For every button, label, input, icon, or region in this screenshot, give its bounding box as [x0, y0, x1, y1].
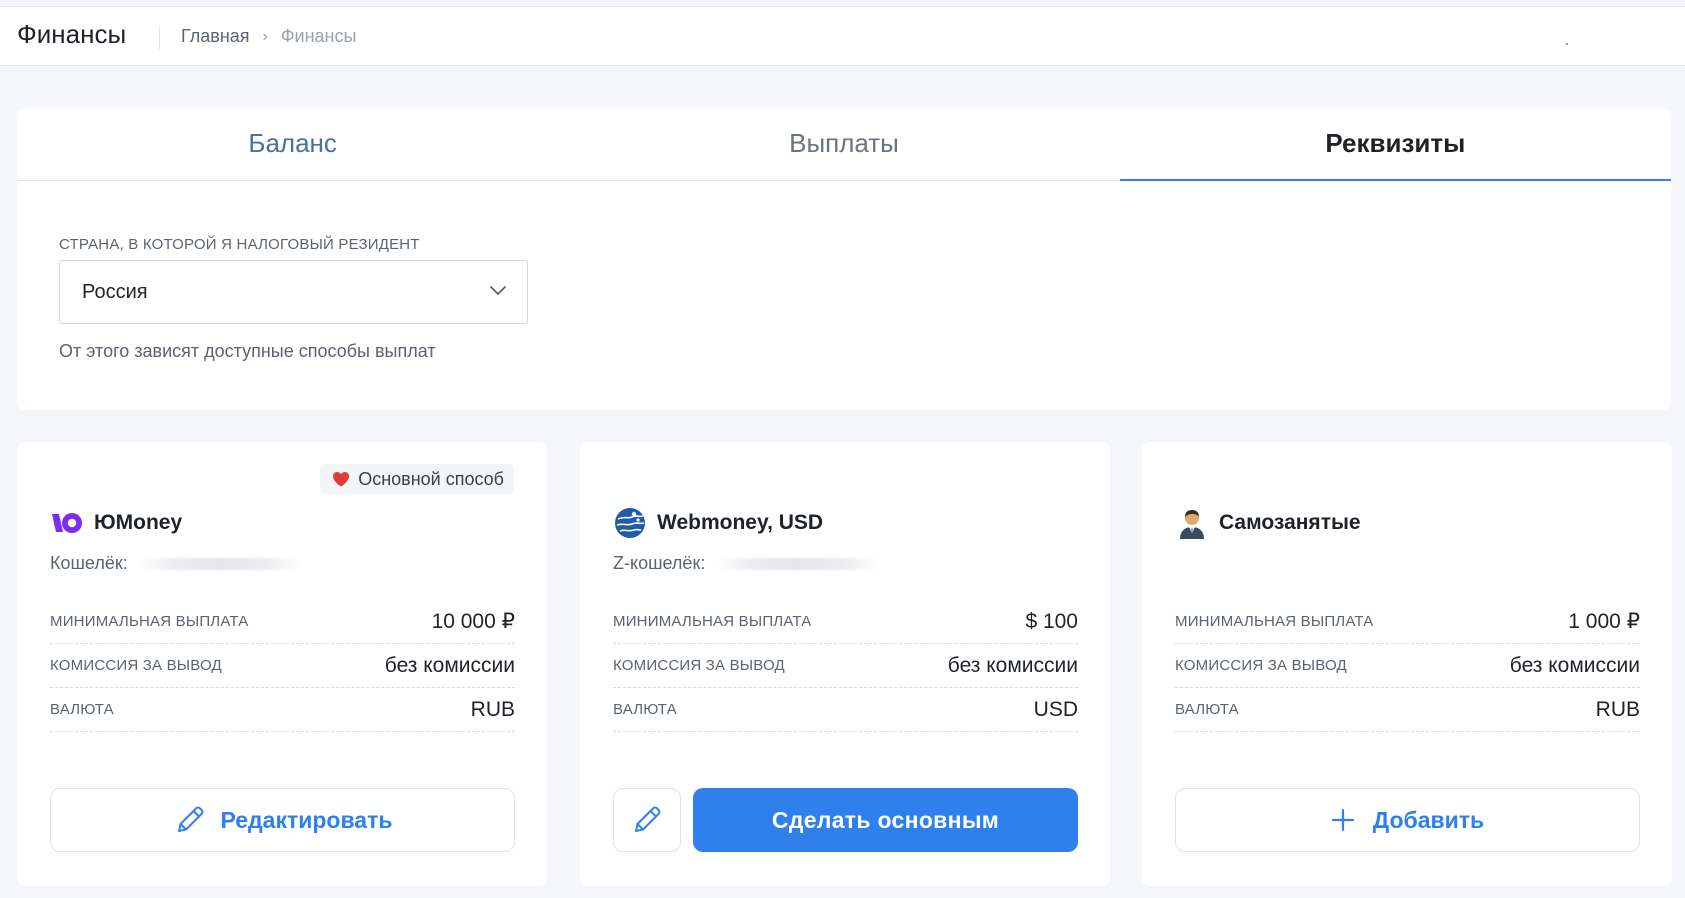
detail-row-fee: КОМИССИЯ ЗА ВЫВОД без комиссии: [50, 644, 515, 688]
detail-value: RUB: [470, 697, 515, 721]
wallet-number-redacted: [717, 557, 878, 570]
pencil-icon: [177, 806, 203, 832]
webmoney-globe-icon: [613, 506, 647, 540]
detail-value: без комиссии: [947, 653, 1078, 677]
detail-row-currency: ВАЛЮТА USD: [613, 688, 1078, 732]
method-title: Webmoney, USD: [613, 506, 823, 540]
method-name: ЮMoney: [94, 511, 183, 534]
wallet-info: Кошелёк:: [50, 553, 300, 574]
make-primary-button[interactable]: Сделать основным: [693, 788, 1078, 852]
detail-value: без комиссии: [384, 653, 515, 677]
breadcrumb-separator-icon: ›: [262, 27, 268, 45]
edit-button-label: Редактировать: [220, 806, 393, 833]
method-name: Webmoney, USD: [657, 511, 824, 534]
chevron-down-icon: [490, 286, 506, 295]
detail-value: RUB: [1595, 697, 1640, 721]
businessman-icon: [1175, 506, 1209, 540]
heart-icon: [333, 472, 350, 487]
breadcrumb-current: Финансы: [280, 26, 357, 46]
detail-label: ВАЛЮТА: [613, 701, 677, 718]
breadcrumb: Главная › Финансы: [181, 26, 356, 47]
detail-row-currency: ВАЛЮТА RUB: [50, 688, 515, 732]
edit-button[interactable]: Редактировать: [50, 788, 515, 852]
country-hint: От этого зависят доступные способы выпла…: [59, 341, 436, 361]
detail-label: МИНИМАЛЬНАЯ ВЫПЛАТА: [50, 613, 249, 630]
header-dot: [1566, 43, 1568, 45]
page-title: Финансы: [17, 19, 127, 49]
detail-value: USD: [1033, 697, 1078, 721]
wallet-info: Z-кошелёк:: [613, 553, 878, 574]
finance-tabs-card: Баланс Выплаты Реквизиты СТРАНА, В КОТОР…: [17, 108, 1672, 410]
detail-label: КОМИССИЯ ЗА ВЫВОД: [50, 657, 222, 674]
detail-row-min-payout: МИНИМАЛЬНАЯ ВЫПЛАТА 1 000 ₽: [1175, 600, 1640, 644]
method-details: МИНИМАЛЬНАЯ ВЫПЛАТА 10 000 ₽ КОМИССИЯ ЗА…: [50, 600, 515, 732]
method-title: ЮMoney: [50, 506, 182, 540]
tab-balance[interactable]: Баланс: [17, 108, 568, 180]
wallet-number-redacted: [139, 557, 300, 570]
detail-row-min-payout: МИНИМАЛЬНАЯ ВЫПЛАТА $ 100: [613, 600, 1078, 644]
detail-row-currency: ВАЛЮТА RUB: [1175, 688, 1640, 732]
detail-row-min-payout: МИНИМАЛЬНАЯ ВЫПЛАТА 10 000 ₽: [50, 600, 515, 644]
method-name: Самозанятые: [1219, 511, 1361, 534]
method-title: Самозанятые: [1175, 506, 1361, 540]
payout-method-card-yoomoney: Основной способ ЮMoney Кошелёк: МИНИМАЛЬ…: [17, 442, 547, 886]
primary-method-badge: Основной способ: [320, 464, 514, 494]
detail-value: 1 000 ₽: [1568, 610, 1640, 633]
wallet-label: Кошелёк:: [50, 553, 128, 573]
detail-value: без комиссии: [1509, 653, 1640, 677]
add-button[interactable]: Добавить: [1175, 788, 1640, 852]
detail-label: КОМИССИЯ ЗА ВЫВОД: [613, 657, 785, 674]
method-details: МИНИМАЛЬНАЯ ВЫПЛАТА $ 100 КОМИССИЯ ЗА ВЫ…: [613, 600, 1078, 732]
header-divider: [159, 25, 160, 49]
edit-icon-button[interactable]: [613, 788, 681, 852]
breadcrumb-home-link[interactable]: Главная: [181, 26, 250, 47]
tab-bar: Баланс Выплаты Реквизиты: [17, 108, 1672, 181]
detail-value: $ 100: [1025, 609, 1078, 633]
primary-method-badge-label: Основной способ: [358, 468, 504, 489]
method-details: МИНИМАЛЬНАЯ ВЫПЛАТА 1 000 ₽ КОМИССИЯ ЗА …: [1175, 600, 1640, 732]
country-select[interactable]: Россия: [59, 260, 528, 324]
plus-icon: [1331, 808, 1354, 832]
pencil-icon: [635, 806, 661, 832]
detail-value: 10 000 ₽: [431, 610, 515, 633]
detail-label: МИНИМАЛЬНАЯ ВЫПЛАТА: [613, 613, 812, 630]
page-header: Финансы Главная › Финансы: [0, 6, 1685, 66]
detail-label: ВАЛЮТА: [1175, 701, 1239, 718]
tab-payouts[interactable]: Выплаты: [568, 108, 1119, 180]
wallet-label: Z-кошелёк:: [613, 553, 706, 573]
yoomoney-logo-icon: [50, 506, 84, 540]
add-button-label: Добавить: [1372, 806, 1485, 833]
detail-label: МИНИМАЛЬНАЯ ВЫПЛАТА: [1175, 613, 1374, 630]
payout-method-card-self-employed: Самозанятые МИНИМАЛЬНАЯ ВЫПЛАТА 1 000 ₽ …: [1142, 442, 1672, 886]
detail-label: ВАЛЮТА: [50, 701, 114, 718]
detail-label: КОМИССИЯ ЗА ВЫВОД: [1175, 657, 1347, 674]
detail-row-fee: КОМИССИЯ ЗА ВЫВОД без комиссии: [1175, 644, 1640, 688]
country-field-label: СТРАНА, В КОТОРОЙ Я НАЛОГОВЫЙ РЕЗИДЕНТ: [59, 236, 420, 253]
tab-requisites[interactable]: Реквизиты: [1119, 108, 1672, 181]
country-select-value: Россия: [82, 281, 148, 303]
payout-method-card-webmoney: Webmoney, USD Z-кошелёк: МИНИМАЛЬНАЯ ВЫП…: [580, 442, 1110, 886]
detail-row-fee: КОМИССИЯ ЗА ВЫВОД без комиссии: [613, 644, 1078, 688]
